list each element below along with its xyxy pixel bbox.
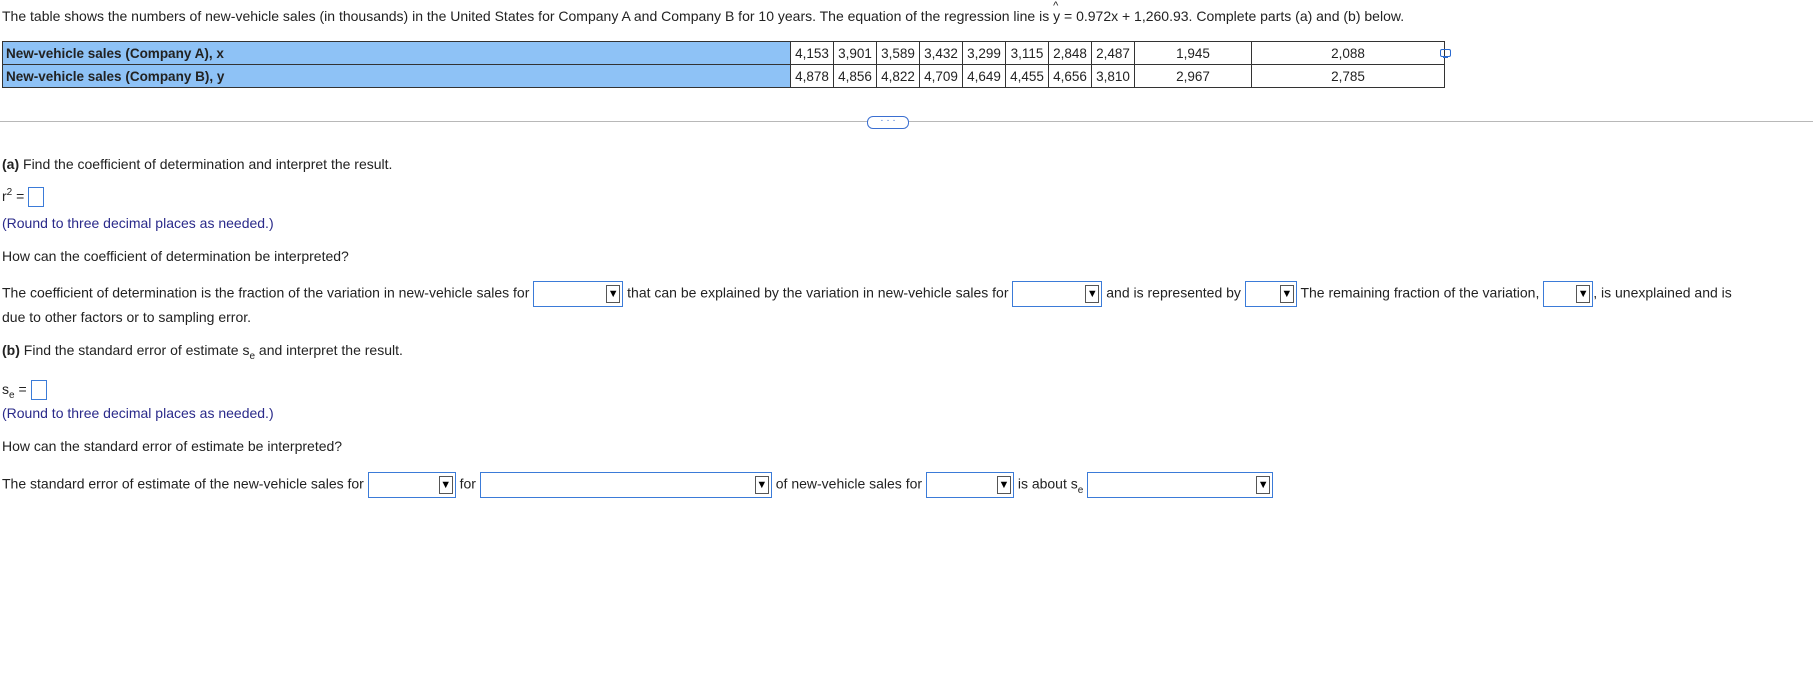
table-cell: 2,848 bbox=[1048, 41, 1092, 65]
table-cell: 3,810 bbox=[1091, 64, 1135, 88]
interpret-question: How can the standard error of estimate b… bbox=[2, 438, 343, 454]
interpretation-sentence-cont: due to other factors or to sampling erro… bbox=[2, 309, 252, 325]
value-dropdown[interactable]: ▼ bbox=[479, 472, 772, 498]
r2-label: r2 = bbox=[2, 186, 25, 204]
table-cell: 3,299 bbox=[962, 41, 1006, 65]
r2-answer-row: r2 = bbox=[2, 186, 45, 207]
round-hint: (Round to three decimal places as needed… bbox=[2, 405, 274, 421]
interpretation-sentence: The coefficient of determination is the … bbox=[2, 281, 1732, 307]
company-dropdown-3[interactable]: ▼ bbox=[367, 472, 456, 498]
se-interpretation-sentence: The standard error of estimate of the ne… bbox=[2, 472, 1274, 498]
table-row: New-vehicle sales (Company B), y 4,878 4… bbox=[2, 64, 1445, 88]
table-cell: 3,589 bbox=[876, 41, 920, 65]
triangle-down-icon: ▼ bbox=[1576, 285, 1591, 303]
intro-text: The table shows the numbers of new-vehic… bbox=[2, 8, 1050, 24]
table-cell: 4,709 bbox=[919, 64, 963, 88]
table-cell: 4,856 bbox=[833, 64, 877, 88]
r2-input[interactable] bbox=[28, 187, 45, 207]
round-hint: (Round to three decimal places as needed… bbox=[2, 215, 274, 231]
se-answer-row: se = bbox=[2, 380, 47, 401]
interpret-question: How can the coefficient of determination… bbox=[2, 248, 349, 264]
copy-icon[interactable] bbox=[1440, 49, 1451, 58]
company-dropdown-2[interactable]: ▼ bbox=[1012, 281, 1103, 307]
part-a-heading: (a) Find the coefficient of determinatio… bbox=[2, 156, 393, 172]
table-row: New-vehicle sales (Company A), x 4,153 3… bbox=[2, 41, 1445, 65]
table-cell: 2,487 bbox=[1091, 41, 1135, 65]
data-table: New-vehicle sales (Company A), x 4,153 3… bbox=[2, 41, 1445, 88]
table-cell: 3,901 bbox=[833, 41, 877, 65]
part-b-heading: (b) Find the standard error of estimate … bbox=[2, 342, 403, 362]
table-cell: 4,656 bbox=[1048, 64, 1092, 88]
table-cell: 4,878 bbox=[790, 64, 834, 88]
table-cell: 4,649 bbox=[962, 64, 1006, 88]
question-intro: The table shows the numbers of new-vehic… bbox=[2, 0, 1405, 24]
fraction-dropdown[interactable]: ▼ bbox=[1244, 281, 1297, 307]
table-cell: 4,822 bbox=[876, 64, 920, 88]
table-cell: 2,088 bbox=[1251, 41, 1445, 65]
company-dropdown-1[interactable]: ▼ bbox=[533, 281, 624, 307]
triangle-down-icon: ▼ bbox=[1279, 285, 1294, 303]
triangle-down-icon: ▼ bbox=[1085, 285, 1100, 303]
company-dropdown-4[interactable]: ▼ bbox=[925, 472, 1014, 498]
se-value-dropdown[interactable]: ▼ bbox=[1087, 472, 1274, 498]
table-cell: 3,115 bbox=[1005, 41, 1049, 65]
triangle-down-icon: ▼ bbox=[1256, 476, 1271, 494]
table-cell: 4,455 bbox=[1005, 64, 1049, 88]
triangle-down-icon: ▼ bbox=[438, 476, 453, 494]
row-label-company-a: New-vehicle sales (Company A), x bbox=[2, 41, 791, 65]
triangle-down-icon: ▼ bbox=[996, 476, 1011, 494]
table-cell: 4,153 bbox=[790, 41, 834, 65]
table-cell: 1,945 bbox=[1134, 41, 1252, 65]
table-cell: 2,785 bbox=[1251, 64, 1445, 88]
equation-text: = 0.972x + 1,260.93. Complete parts (a) … bbox=[1064, 8, 1405, 24]
more-icon[interactable]: · · · bbox=[867, 116, 909, 129]
remaining-fraction-dropdown[interactable]: ▼ bbox=[1543, 281, 1594, 307]
table-cell: 3,432 bbox=[919, 41, 963, 65]
table-cell: 2,967 bbox=[1134, 64, 1252, 88]
y-hat-symbol: ^ y bbox=[1053, 0, 1061, 24]
se-label: se = bbox=[2, 380, 27, 401]
triangle-down-icon: ▼ bbox=[606, 285, 621, 303]
se-input[interactable] bbox=[30, 380, 47, 400]
triangle-down-icon: ▼ bbox=[754, 476, 769, 494]
row-label-company-b: New-vehicle sales (Company B), y bbox=[2, 64, 791, 88]
